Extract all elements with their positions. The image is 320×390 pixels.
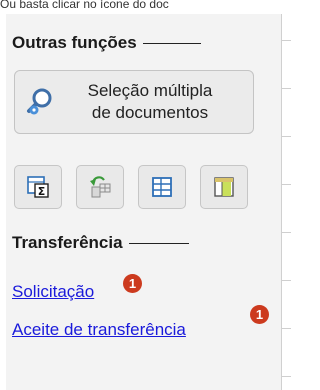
multi-select-label-line1: Seleção múltipla xyxy=(87,81,213,100)
column-layout-icon xyxy=(213,176,235,198)
toolbar: Σ xyxy=(14,165,248,209)
right-grid-strip xyxy=(282,14,291,390)
magnifier-gear-icon xyxy=(25,87,55,117)
section-heading-outras-funcoes: Outras funções xyxy=(12,33,201,53)
section-title: Transferência xyxy=(12,233,123,252)
multi-select-label: Seleção múltipla de documentos xyxy=(55,80,253,124)
section-heading-transferencia: Transferência xyxy=(12,233,189,253)
notification-badge: 1 xyxy=(123,274,142,293)
sum-document-icon: Σ xyxy=(27,176,49,198)
grid-line xyxy=(282,280,291,281)
grid-line xyxy=(282,232,291,233)
table-grid-icon xyxy=(151,176,173,198)
section-divider xyxy=(142,42,201,44)
grid-line xyxy=(282,376,291,377)
multi-select-label-line2: de documentos xyxy=(91,103,209,122)
grid-line xyxy=(282,88,291,89)
sum-document-button[interactable]: Σ xyxy=(14,165,62,209)
link-solicitacao[interactable]: Solicitação xyxy=(12,282,94,302)
link-aceite-de-transferencia[interactable]: Aceite de transferência xyxy=(12,320,186,340)
undo-grid-icon xyxy=(88,175,112,199)
undo-grid-button[interactable] xyxy=(76,165,124,209)
grid-line xyxy=(282,184,291,185)
section-title: Outras funções xyxy=(12,33,137,52)
svg-text:Σ: Σ xyxy=(38,185,46,198)
page: Ou basta clicar no ícone do doc Outras f… xyxy=(0,0,291,390)
grid-line xyxy=(282,328,291,329)
table-grid-button[interactable] xyxy=(138,165,186,209)
top-hint-text: Ou basta clicar no ícone do doc xyxy=(0,0,169,11)
notification-badge: 1 xyxy=(250,305,269,324)
multi-select-documents-button[interactable]: Seleção múltipla de documentos xyxy=(14,70,254,134)
section-divider xyxy=(128,242,189,244)
grid-line xyxy=(282,136,291,137)
column-layout-button[interactable] xyxy=(200,165,248,209)
grid-line xyxy=(282,40,291,41)
